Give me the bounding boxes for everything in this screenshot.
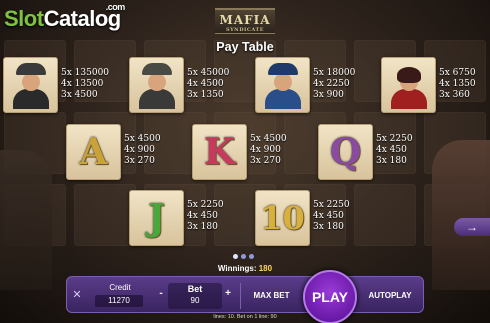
pay-line: 4x 450: [187, 211, 218, 221]
close-button[interactable]: ✕: [70, 288, 84, 302]
paytable-a: 5x 4500 4x 900 3x 270: [124, 134, 161, 167]
pay-line: 4x 900: [250, 145, 281, 155]
paytable-10: 5x 2250 4x 450 3x 180: [313, 200, 350, 233]
max-bet-button[interactable]: MAX BET: [240, 283, 302, 309]
credit-label: Credit: [109, 283, 131, 292]
pay-line: 3x 4500: [61, 90, 98, 100]
pay-line: 4x 450: [313, 211, 344, 221]
bg-cell: [354, 184, 416, 246]
credit-value: 11270: [95, 295, 143, 307]
pay-line: 5x 135000: [61, 68, 110, 78]
page-indicator: [233, 254, 254, 259]
winnings-display: Winnings: 180: [0, 264, 490, 273]
pay-line: 3x 180: [376, 156, 407, 166]
symbol-boss: [3, 57, 58, 113]
cop-icon: [262, 61, 304, 109]
pay-line: 3x 1350: [187, 90, 224, 100]
arrow-right-icon: →: [466, 220, 478, 234]
pay-line: 5x 2250: [187, 200, 224, 210]
bet-decrease-button[interactable]: -: [156, 286, 166, 302]
lady-icon: [388, 61, 430, 109]
pay-line: 5x 2250: [313, 200, 350, 210]
paytable-j: 5x 2250 4x 450 3x 180: [187, 200, 224, 233]
symbol-cop: [255, 57, 310, 113]
paytable-boss: 5x 135000 4x 13500 3x 4500: [61, 68, 109, 101]
pay-line: 4x 900: [124, 145, 155, 155]
pay-line: 5x 18000: [313, 68, 356, 78]
paytable-cop: 5x 18000 4x 2250 3x 900: [313, 68, 355, 101]
pay-line: 3x 180: [187, 222, 218, 232]
slotcatalog-watermark: SlotCatalog .com: [4, 2, 125, 32]
pay-line: 3x 180: [313, 222, 344, 232]
pay-line: 5x 2250: [376, 134, 413, 144]
symbol-j: J: [129, 190, 184, 246]
bet-label: Bet: [187, 284, 203, 294]
page-dot[interactable]: [249, 254, 254, 259]
symbol-k: K: [192, 124, 247, 180]
pay-line: 3x 360: [439, 90, 470, 100]
winnings-label: Winnings:: [217, 264, 257, 273]
game-logo: MAFIA SYNDICATE: [215, 8, 275, 34]
bet-value: 90: [190, 296, 200, 305]
pay-line: 4x 2250: [313, 79, 350, 89]
page-dot[interactable]: [233, 254, 238, 259]
pay-line: 3x 270: [250, 156, 281, 166]
symbol-q: Q: [318, 124, 373, 180]
boss-icon: [10, 61, 52, 109]
page-title: Pay Table: [216, 40, 274, 54]
watermark-slot: Slot: [4, 6, 44, 31]
game-logo-sub: SYNDICATE: [225, 27, 265, 33]
pay-line: 4x 450: [376, 145, 407, 155]
pay-line: 5x 45000: [187, 68, 230, 78]
game-logo-name: MAFIA: [219, 13, 271, 27]
pay-line: 3x 270: [124, 156, 155, 166]
next-page-button[interactable]: →: [454, 218, 490, 236]
bet-info-footer: lines: 10. Bet on 1 line: 90: [213, 314, 277, 320]
number-10-icon: 10: [260, 199, 305, 237]
page-dot[interactable]: [241, 254, 246, 259]
gunman-icon: [136, 61, 178, 109]
letter-j-icon: J: [147, 197, 166, 239]
bet-increase-button[interactable]: +: [223, 286, 233, 302]
pay-line: 3x 900: [313, 90, 344, 100]
pay-line: 4x 4500: [187, 79, 224, 89]
paytable-q: 5x 2250 4x 450 3x 180: [376, 134, 413, 167]
symbol-lady: [381, 57, 436, 113]
letter-k-icon: K: [203, 131, 236, 173]
symbol-10: 10: [255, 190, 310, 246]
pay-line: 5x 4500: [250, 134, 287, 144]
paytable-k: 5x 4500 4x 900 3x 270: [250, 134, 287, 167]
pay-line: 5x 4500: [124, 134, 161, 144]
letter-q-icon: Q: [329, 131, 362, 173]
bg-cell: [74, 184, 136, 246]
bet-box: Bet 90: [168, 283, 222, 309]
letter-a-icon: A: [79, 131, 108, 173]
symbol-a: A: [66, 124, 121, 180]
symbol-gunman: [129, 57, 184, 113]
pay-line: 4x 1350: [439, 79, 476, 89]
pay-line: 5x 6750: [439, 68, 476, 78]
paytable-lady: 5x 6750 4x 1350 3x 360: [439, 68, 476, 101]
game-stage: SlotCatalog .com MAFIA SYNDICATE Pay Tab…: [0, 0, 490, 323]
winnings-value: 180: [258, 264, 273, 273]
autoplay-button[interactable]: AUTOPLAY: [360, 283, 420, 309]
pay-line: 4x 13500: [61, 79, 104, 89]
paytable-gunman: 5x 45000 4x 4500 3x 1350: [187, 68, 229, 101]
watermark-com: .com: [105, 2, 126, 12]
